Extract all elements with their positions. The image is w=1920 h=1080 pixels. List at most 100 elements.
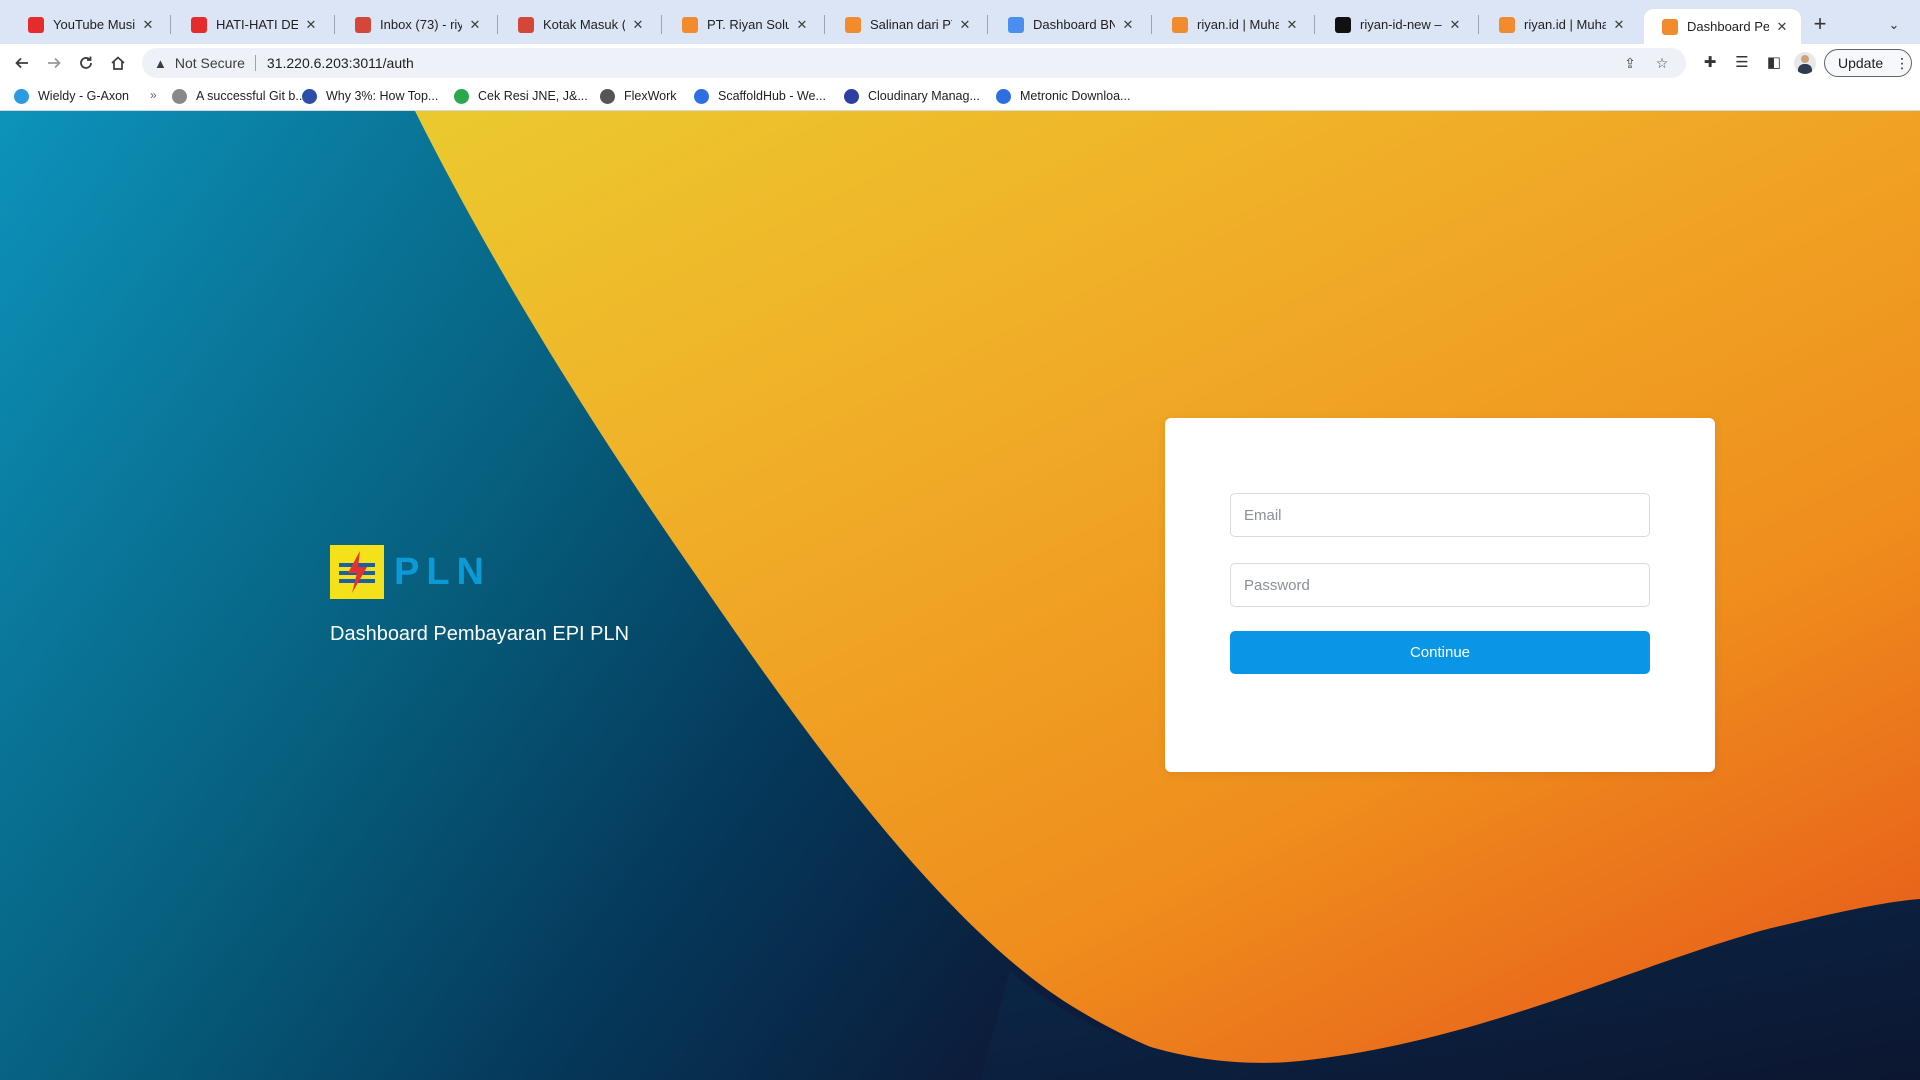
tab-separator <box>1478 15 1479 34</box>
close-tab-icon[interactable]: ✕ <box>1119 17 1137 33</box>
brand-block: PLN Dashboard Pembayaran EPI PLN <box>330 545 629 646</box>
close-tab-icon[interactable]: ✕ <box>1773 19 1791 35</box>
page-subtitle: Dashboard Pembayaran EPI PLN <box>330 623 630 645</box>
tab-separator <box>824 15 825 34</box>
figma-icon <box>1499 16 1515 33</box>
address-bar[interactable]: ▲ Not Secure 31.220.6.203:3011/auth ⇪ ☆ <box>142 48 1686 78</box>
new-tab-button[interactable]: + <box>1806 13 1834 37</box>
tab-separator <box>1151 15 1152 34</box>
google-cloud-icon <box>1008 16 1024 33</box>
bookmark-item[interactable]: FlexWork <box>600 86 677 106</box>
tab-1[interactable]: YouTube Music ✕ <box>10 9 167 40</box>
figma-icon <box>682 16 698 33</box>
cloudinary-icon <box>844 88 859 104</box>
scaffoldhub-icon <box>694 88 709 104</box>
reload-button[interactable] <box>72 49 100 77</box>
bookmark-label: Why 3%: How Top... <box>326 89 439 103</box>
tab-title: Salinan dari PT. R <box>870 17 952 32</box>
tab-11[interactable]: Dashboard Pemb ✕ <box>1644 9 1801 44</box>
forward-button[interactable] <box>40 49 68 77</box>
extensions-icon[interactable]: ✚ <box>1698 52 1722 74</box>
pln-logo-icon <box>330 545 384 599</box>
cek-resi-icon <box>454 88 469 104</box>
back-button[interactable] <box>8 49 36 77</box>
tab-search-button[interactable]: ⌄ <box>1882 13 1906 37</box>
security-status[interactable]: Not Secure <box>175 55 245 71</box>
bookmark-label: Cek Resi JNE, J&... <box>478 89 588 103</box>
bookmark-item[interactable]: Why 3%: How Top... <box>302 86 438 106</box>
tab-separator <box>334 15 335 34</box>
tab-2[interactable]: HATI-HATI DENG ✕ <box>173 9 330 40</box>
bookmark-label: ScaffoldHub - We... <box>718 89 826 103</box>
tab-title: YouTube Music <box>53 17 135 32</box>
bookmark-item[interactable]: A successful Git b... <box>172 86 306 106</box>
bookmark-item[interactable]: Wieldy - G-Axon <box>14 86 129 106</box>
tab-title: Dashboard BNI P <box>1033 17 1115 32</box>
side-panel-icon[interactable]: ◧ <box>1762 52 1786 74</box>
media-queue-icon[interactable]: ☰ <box>1730 52 1754 74</box>
vercel-icon <box>1335 16 1351 33</box>
share-icon[interactable]: ⇪ <box>1618 55 1642 72</box>
bookmark-label: Wieldy - G-Axon <box>38 89 129 103</box>
home-button[interactable] <box>104 49 132 77</box>
back-arrow-icon <box>15 57 28 69</box>
bookmark-item[interactable]: ScaffoldHub - We... <box>694 86 826 106</box>
brand-logo: PLN <box>330 545 629 599</box>
youtube-icon <box>191 16 207 33</box>
login-card: Continue <box>1165 418 1715 772</box>
tab-5[interactable]: PT. Riyan Solusi T ✕ <box>664 9 821 40</box>
forward-arrow-icon <box>48 57 61 69</box>
gmail-icon <box>518 16 534 33</box>
tab-8[interactable]: riyan.id | Muham ✕ <box>1154 9 1311 40</box>
close-tab-icon[interactable]: ✕ <box>1610 17 1628 33</box>
tab-separator <box>661 15 662 34</box>
close-tab-icon[interactable]: ✕ <box>629 17 647 33</box>
tab-title: riyan.id | Muham <box>1197 17 1279 32</box>
close-tab-icon[interactable]: ✕ <box>793 17 811 33</box>
profile-avatar[interactable] <box>1794 52 1816 74</box>
url-text[interactable]: 31.220.6.203:3011/auth <box>267 55 1610 71</box>
site-icon <box>1662 18 1678 35</box>
login-page: PLN Dashboard Pembayaran EPI PLN Continu… <box>0 111 1920 1080</box>
email-input[interactable] <box>1230 493 1650 537</box>
close-tab-icon[interactable]: ✕ <box>1283 17 1301 33</box>
bookmarks-bar: Wieldy - G-Axon A successful Git b... Why … <box>0 82 1920 111</box>
tab-9[interactable]: riyan-id-new – D ✕ <box>1317 9 1474 40</box>
update-button[interactable]: Update ⋮ <box>1824 49 1912 77</box>
gmail-icon <box>355 16 371 33</box>
wieldy-icon <box>14 88 29 104</box>
flexwork-icon <box>600 88 615 104</box>
bookmark-star-icon[interactable]: ☆ <box>1650 55 1674 72</box>
youtube-music-icon <box>28 16 44 33</box>
close-tab-icon[interactable]: ✕ <box>302 17 320 33</box>
bookmark-label: Metronic Downloa... <box>1020 89 1131 103</box>
close-tab-icon[interactable]: ✕ <box>956 17 974 33</box>
reload-icon <box>80 56 92 69</box>
tab-7[interactable]: Dashboard BNI P ✕ <box>990 9 1147 40</box>
tab-separator <box>987 15 988 34</box>
tab-separator <box>1314 15 1315 34</box>
close-tab-icon[interactable]: ✕ <box>139 17 157 33</box>
bookmark-chevron-icon[interactable]: » <box>150 88 157 102</box>
bookmark-label: FlexWork <box>624 89 677 103</box>
close-tab-icon[interactable]: ✕ <box>466 17 484 33</box>
bookmark-label: A successful Git b... <box>196 89 306 103</box>
continue-button[interactable]: Continue <box>1230 631 1650 674</box>
password-input[interactable] <box>1230 563 1650 607</box>
bookmark-item[interactable]: Cloudinary Manag... <box>844 86 980 106</box>
tab-4[interactable]: Kotak Masuk (1.1 ✕ <box>500 9 657 40</box>
tab-10[interactable]: riyan.id | Muham ✕ <box>1481 9 1638 40</box>
brand-name: PLN <box>394 550 491 593</box>
more-menu-icon: ⋮ <box>1895 54 1910 71</box>
bookmark-item[interactable]: Metronic Downloa... <box>996 86 1130 106</box>
tab-title: HATI-HATI DENG <box>216 17 298 32</box>
figma-icon <box>1172 16 1188 33</box>
tab-title: riyan.id | Muham <box>1524 17 1606 32</box>
tab-title: PT. Riyan Solusi T <box>707 17 789 32</box>
metronic-icon <box>996 88 1011 104</box>
tab-3[interactable]: Inbox (73) - riyan ✕ <box>337 9 494 40</box>
bookmark-item[interactable]: Cek Resi JNE, J&... <box>454 86 588 106</box>
tab-6[interactable]: Salinan dari PT. R ✕ <box>827 9 984 40</box>
close-tab-icon[interactable]: ✕ <box>1446 17 1464 33</box>
git-icon <box>172 88 187 104</box>
